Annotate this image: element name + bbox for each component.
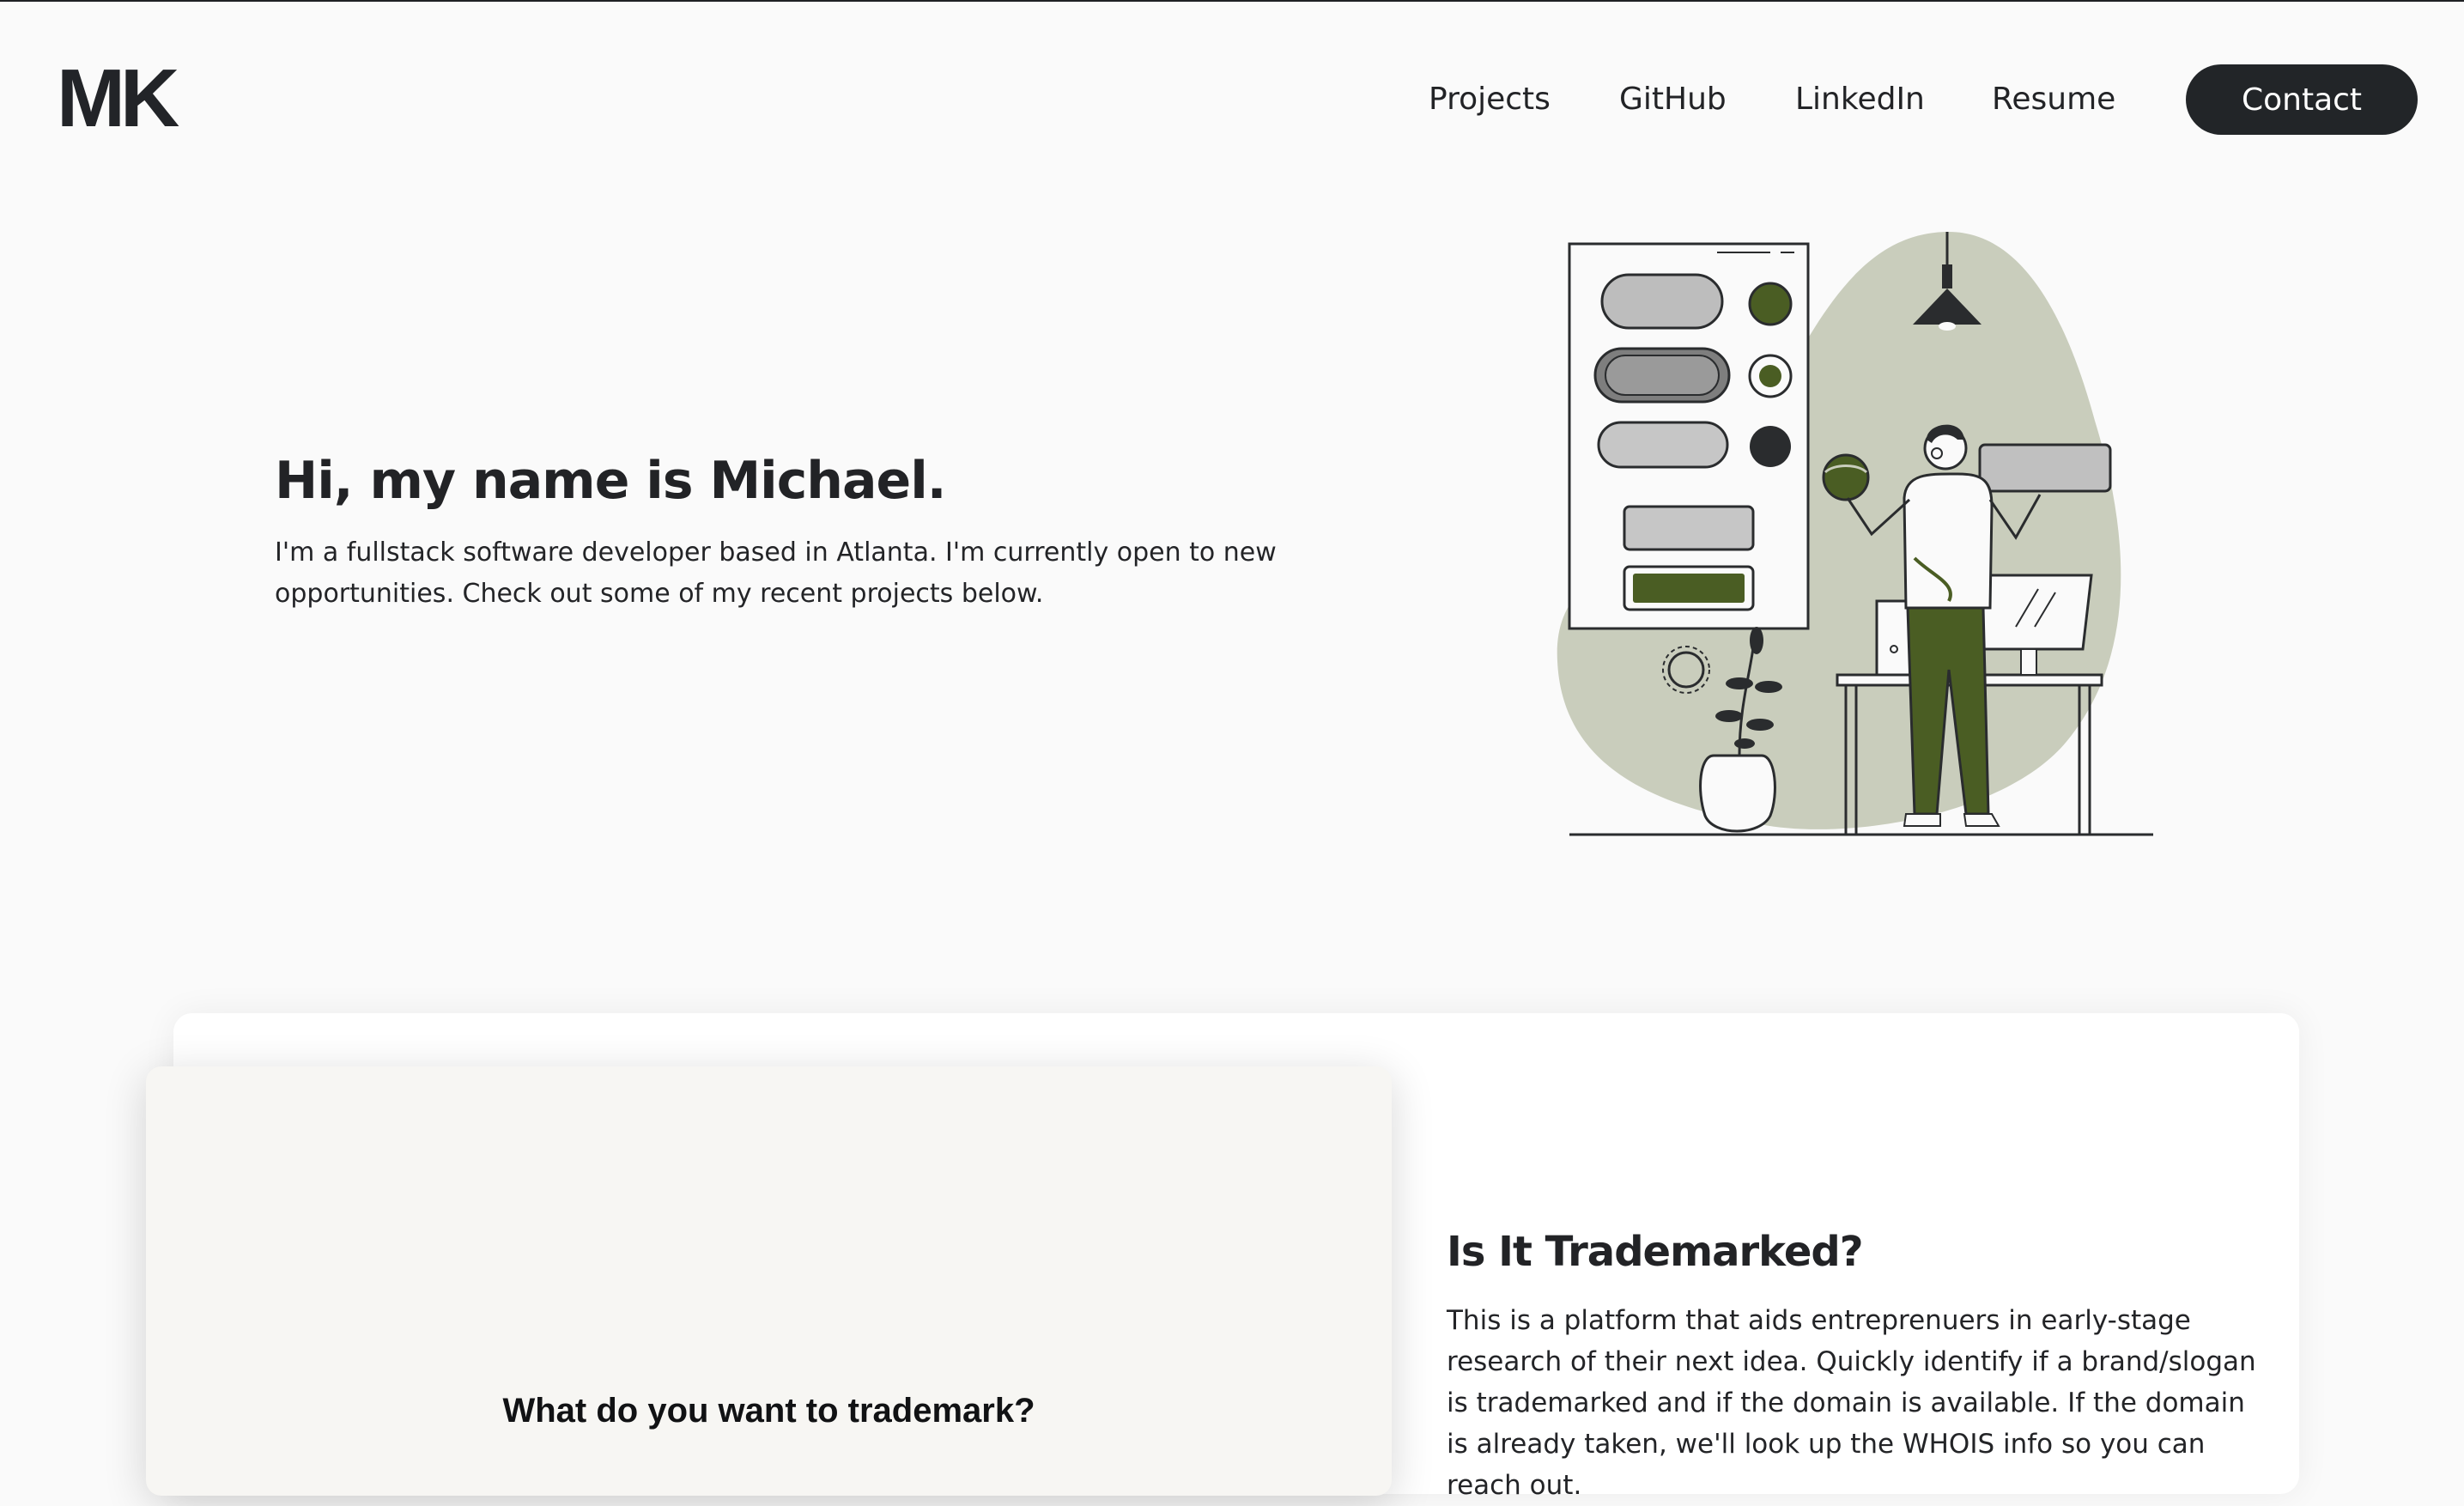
nav-github-link[interactable]: GitHub xyxy=(1619,77,1727,122)
developer-illustration xyxy=(1557,232,2153,836)
nav-linkedin-link[interactable]: LinkedIn xyxy=(1795,77,1925,122)
hero-title: Hi, my name is Michael. xyxy=(275,451,947,511)
contact-button[interactable]: Contact xyxy=(2186,64,2418,135)
project-title[interactable]: Is It Trademarked? xyxy=(1447,1224,1864,1280)
logo[interactable]: MK xyxy=(57,58,179,140)
hero-text: I'm a fullstack software developer based… xyxy=(275,537,1277,609)
preview-heading: What do you want to trademark? xyxy=(502,1392,1035,1430)
nav-resume-link[interactable]: Resume xyxy=(1992,77,2115,122)
top-border xyxy=(0,0,2464,2)
nav-projects-link[interactable]: Projects xyxy=(1429,77,1551,122)
project-description: This is a platform that aids entreprenue… xyxy=(1447,1305,2256,1501)
